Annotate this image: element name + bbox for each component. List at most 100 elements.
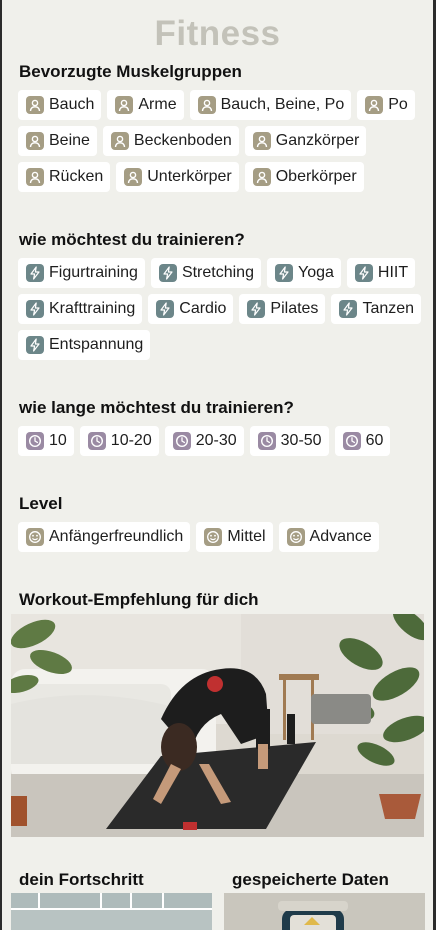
lightning-icon — [156, 300, 175, 318]
clock-icon — [87, 432, 106, 450]
chip-label: Yoga — [297, 264, 334, 281]
muscles-chip-ruecken[interactable]: Rücken — [18, 162, 111, 192]
level-chip-advance[interactable]: Advance — [278, 522, 379, 552]
clock-icon — [257, 432, 276, 450]
chip-label: Unterkörper — [147, 168, 232, 185]
person-icon — [124, 168, 143, 186]
chip-label: 60 — [365, 432, 384, 449]
training-chip-pilates[interactable]: Pilates — [239, 294, 326, 324]
smiley-icon — [204, 528, 223, 546]
chip-label: 10 — [49, 432, 67, 449]
lightning-icon — [26, 264, 44, 282]
level-section-title: Level — [19, 494, 63, 513]
chip-label: 10-20 — [110, 432, 152, 449]
clock-icon — [342, 432, 361, 450]
person-icon — [115, 96, 134, 114]
chip-label: Anfängerfreundlich — [49, 528, 184, 545]
muscles-chip-po[interactable]: Po — [357, 90, 415, 120]
saved-card-title: gespeicherte Daten — [232, 870, 389, 889]
chip-label: Stretching — [181, 264, 254, 281]
chip-label: Ganzkörper — [275, 132, 360, 149]
chip-label: 20-30 — [195, 432, 237, 449]
training-chip-hiit[interactable]: HIIT — [346, 258, 416, 288]
muscles-chip-bauch[interactable]: Bauch — [18, 90, 102, 120]
duration-chip-20-30[interactable]: 20-30 — [164, 426, 244, 456]
training-chip-krafttraining[interactable]: Krafttraining — [18, 294, 143, 324]
duration-chip-30-50[interactable]: 30-50 — [249, 426, 329, 456]
progress-card-title: dein Fortschritt — [19, 870, 144, 889]
chip-label: Tanzen — [362, 300, 415, 317]
person-icon — [252, 168, 271, 186]
clock-icon — [172, 432, 191, 450]
muscles-chip-beckenboden[interactable]: Beckenboden — [102, 126, 239, 156]
progress-thumbnail — [11, 893, 212, 930]
duration-chip-10[interactable]: 10 — [18, 426, 74, 456]
muscles-chip-unterkoerper[interactable]: Unterkörper — [116, 162, 239, 192]
smiley-icon — [286, 528, 305, 546]
person-icon — [26, 132, 44, 150]
chip-label: Entspannung — [49, 336, 144, 353]
person-icon — [252, 132, 271, 150]
app-screen: Fitness Bevorzugte Muskelgruppen Bauch Ar… — [2, 0, 433, 930]
level-chip-mittel[interactable]: Mittel — [196, 522, 273, 552]
clock-icon — [26, 432, 44, 450]
saved-thumbnail — [224, 893, 425, 930]
chip-label: Pilates — [270, 300, 319, 317]
muscles-chip-bauch-beine-po[interactable]: Bauch, Beine, Po — [189, 90, 352, 120]
chip-label: Oberkörper — [275, 168, 357, 185]
workout-photo — [11, 614, 424, 837]
training-chip-stretching[interactable]: Stretching — [150, 258, 261, 288]
chip-label: Beine — [49, 132, 90, 149]
chip-label: Bauch — [49, 96, 95, 113]
lightning-icon — [339, 300, 358, 318]
chip-label: 30-50 — [280, 432, 322, 449]
recommendation-section-title: Workout-Empfehlung für dich — [19, 590, 259, 609]
person-icon — [365, 96, 384, 114]
person-icon — [197, 96, 216, 114]
muscles-section-title: Bevorzugte Muskelgruppen — [19, 62, 242, 81]
chip-label: Bauch, Beine, Po — [220, 96, 345, 113]
chip-label: Advance — [309, 528, 372, 545]
duration-section-title: wie lange möchtest du trainieren? — [19, 398, 294, 417]
training-chip-yoga[interactable]: Yoga — [266, 258, 341, 288]
muscles-chip-oberkoerper[interactable]: Oberkörper — [244, 162, 364, 192]
lightning-icon — [247, 300, 266, 318]
person-icon — [110, 132, 129, 150]
smiley-icon — [26, 528, 44, 546]
training-chip-group: Figurtraining Stretching Yoga HIIT Krafttrai… — [18, 258, 428, 360]
chip-label: Po — [388, 96, 408, 113]
muscles-chip-group: Bauch Arme Bauch, Beine, Po Po Beine Beckenbo… — [18, 90, 428, 192]
chip-label: Arme — [138, 96, 177, 113]
training-chip-entspannung[interactable]: Entspannung — [18, 330, 151, 360]
muscles-chip-beine[interactable]: Beine — [18, 126, 97, 156]
page-title: Fitness — [154, 14, 281, 53]
training-section-title: wie möchtest du trainieren? — [19, 230, 245, 249]
lightning-icon — [274, 264, 293, 282]
chip-label: Krafttraining — [49, 300, 136, 317]
training-chip-cardio[interactable]: Cardio — [148, 294, 234, 324]
muscles-chip-arme[interactable]: Arme — [107, 90, 184, 120]
chip-label: Figurtraining — [49, 264, 138, 281]
chip-label: Mittel — [227, 528, 266, 545]
training-chip-figurtraining[interactable]: Figurtraining — [18, 258, 145, 288]
lightning-icon — [354, 264, 373, 282]
duration-chip-60[interactable]: 60 — [334, 426, 391, 456]
training-chip-tanzen[interactable]: Tanzen — [331, 294, 422, 324]
chip-label: Rücken — [49, 168, 104, 185]
progress-card-image[interactable] — [11, 893, 212, 930]
person-icon — [26, 168, 44, 186]
level-chip-group: Anfängerfreundlich Mittel Advance — [18, 522, 428, 552]
lightning-icon — [158, 264, 177, 282]
saved-card-image[interactable] — [224, 893, 425, 930]
chip-label: HIIT — [377, 264, 409, 281]
duration-chip-group: 10 10-20 20-30 30-50 60 — [18, 426, 428, 456]
chip-label: Beckenboden — [133, 132, 232, 149]
workout-image[interactable] — [11, 614, 424, 837]
duration-chip-10-20[interactable]: 10-20 — [79, 426, 159, 456]
muscles-chip-ganzkoerper[interactable]: Ganzkörper — [244, 126, 367, 156]
lightning-icon — [26, 300, 44, 318]
person-icon — [26, 96, 44, 114]
chip-label: Cardio — [179, 300, 227, 317]
level-chip-anfaengerfreundlich[interactable]: Anfängerfreundlich — [18, 522, 191, 552]
lightning-icon — [26, 336, 44, 354]
